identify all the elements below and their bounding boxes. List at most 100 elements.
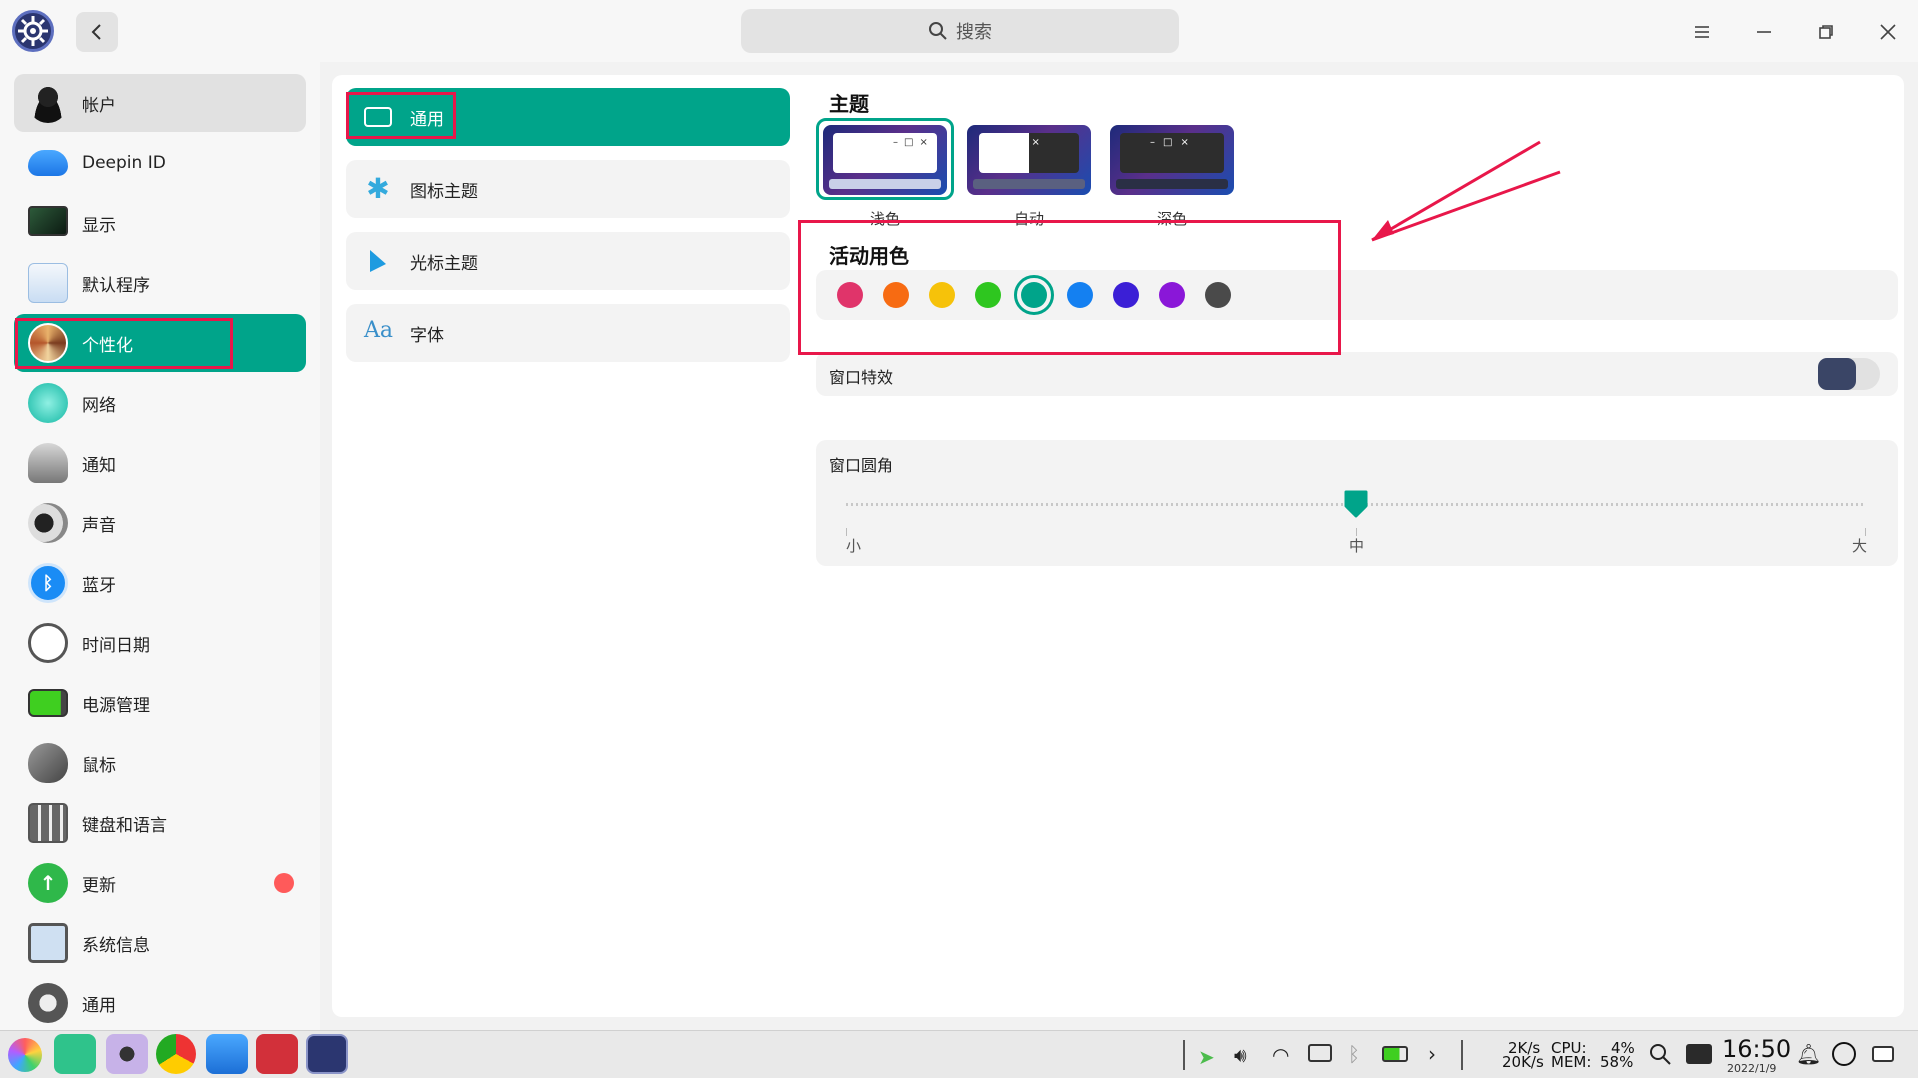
speaker-icon <box>28 503 68 543</box>
sidebar-item-bluetooth[interactable]: ᛒ 蓝牙 <box>14 554 306 612</box>
bluetooth-icon: ᛒ <box>28 563 68 603</box>
theme-title: 主题 <box>829 92 869 116</box>
sidebar-item-sound[interactable]: 声音 <box>14 494 306 552</box>
sidebar-item-general[interactable]: 通用 <box>14 974 306 1032</box>
flower-icon: ✱ <box>366 172 390 205</box>
sidebar-item-network[interactable]: 网络 <box>14 374 306 432</box>
sidebar-item-system-info[interactable]: 系统信息 <box>14 914 306 972</box>
subnav-item-label: 光标主题 <box>410 253 478 274</box>
theme-auto-card[interactable]: –□× <box>967 125 1091 195</box>
update-icon: ↑ <box>28 863 68 903</box>
font-icon: Aa <box>364 318 394 343</box>
sidebar-item-display[interactable]: 显示 <box>14 194 306 252</box>
subnav-item-cursor-theme[interactable]: 光标主题 <box>346 232 790 290</box>
subnav-item-icon-theme[interactable]: ✱ 图标主题 <box>346 160 790 218</box>
keyboard-icon <box>28 803 68 843</box>
sidebar-item-label: 声音 <box>82 515 116 536</box>
camera-icon[interactable] <box>106 1034 148 1074</box>
sidebar-item-datetime[interactable]: 时间日期 <box>14 614 306 672</box>
battery-tray-icon[interactable] <box>1382 1046 1408 1062</box>
sidebar-item-label: 通用 <box>82 995 116 1016</box>
close-button[interactable] <box>1868 12 1908 52</box>
theme-light-card[interactable]: –□× <box>823 125 947 195</box>
app-logo-icon <box>12 10 54 52</box>
default-apps-icon <box>28 263 68 303</box>
sidebar-item-label: 通知 <box>82 455 116 476</box>
cursor-icon <box>364 248 392 274</box>
sidebar-item-default-apps[interactable]: 默认程序 <box>14 254 306 312</box>
window-effect-row <box>816 352 1898 396</box>
control-center-icon[interactable] <box>306 1034 348 1074</box>
search-input[interactable]: 搜索 <box>741 9 1179 53</box>
minimize-button[interactable] <box>1744 12 1784 52</box>
sidebar-item-label: 默认程序 <box>82 275 150 296</box>
network-icon <box>28 383 68 423</box>
launcher-icon[interactable] <box>8 1038 42 1072</box>
search-icon <box>929 22 947 40</box>
sidebar-item-power[interactable]: 电源管理 <box>14 674 306 732</box>
theme-dark-card[interactable]: –□× <box>1110 125 1234 195</box>
chevron-right-icon[interactable]: › <box>1428 1042 1436 1066</box>
search-tray-icon[interactable] <box>1648 1042 1672 1066</box>
notification-tray-icon[interactable]: 🔔︎ <box>1796 1042 1821 1066</box>
corner-mark-large: 大 <box>1852 537 1868 555</box>
wifi-icon[interactable]: ◠ <box>1272 1043 1289 1067</box>
back-button[interactable] <box>76 12 118 52</box>
subnav-panel: 通用 ✱ 图标主题 光标主题 Aa 字体 <box>332 75 806 1017</box>
sidebar-item-keyboard[interactable]: 键盘和语言 <box>14 794 306 852</box>
keyboard-tray-icon[interactable] <box>1308 1044 1332 1062</box>
sidebar-item-label: 显示 <box>82 215 116 236</box>
window-effect-toggle[interactable] <box>1818 358 1880 390</box>
corner-mark-medium: 中 <box>1349 537 1365 555</box>
window-effect-label: 窗口特效 <box>829 368 894 387</box>
annotation-box-personalization <box>15 318 233 369</box>
window-corner-label: 窗口圆角 <box>829 456 894 475</box>
volume-icon[interactable]: 🔊︎ <box>1234 1043 1247 1067</box>
subnav-item-font[interactable]: Aa 字体 <box>346 304 790 362</box>
general-icon <box>28 983 68 1023</box>
display-icon <box>28 206 68 236</box>
search-placeholder: 搜索 <box>956 22 992 43</box>
onscreen-keyboard-icon[interactable] <box>1872 1046 1894 1062</box>
minimize-icon <box>1757 31 1771 33</box>
subnav-item-label: 字体 <box>410 325 444 346</box>
sidebar-item-label: 帐户 <box>82 95 116 116</box>
bluetooth-tray-icon[interactable]: ᛒ <box>1348 1042 1360 1066</box>
maximize-button[interactable] <box>1806 12 1846 52</box>
cloud-icon <box>28 150 68 176</box>
send-icon[interactable]: ➤ <box>1198 1045 1215 1069</box>
sidebar-item-label: 键盘和语言 <box>82 815 167 836</box>
toggle-knob <box>1818 358 1856 390</box>
annotation-box-general <box>346 92 456 139</box>
annotation-box-accent <box>798 220 1341 355</box>
menu-button[interactable] <box>1682 12 1722 52</box>
sidebar-item-label: 系统信息 <box>82 935 150 956</box>
tray-divider <box>1183 1040 1185 1070</box>
gpu-icon[interactable] <box>1686 1044 1712 1064</box>
file-manager-icon[interactable] <box>54 1034 96 1074</box>
restore-icon <box>1819 25 1833 39</box>
tray-divider <box>1461 1040 1463 1070</box>
sidebar-item-label: 更新 <box>82 875 116 896</box>
sidebar-item-mouse[interactable]: 鼠标 <box>14 734 306 792</box>
app-store-icon[interactable] <box>206 1034 248 1074</box>
menu-icon <box>1695 26 1709 38</box>
sidebar-item-label: Deepin ID <box>82 153 166 173</box>
mem-value: 58% <box>1600 1053 1634 1071</box>
sidebar-item-label: 网络 <box>82 395 116 416</box>
sidebar-item-notification[interactable]: 通知 <box>14 434 306 492</box>
terminal-icon[interactable] <box>256 1034 298 1074</box>
sidebar-item-label: 鼠标 <box>82 755 116 776</box>
power-icon[interactable] <box>1832 1042 1856 1066</box>
annotation-arrows <box>1371 140 1561 242</box>
clock-date: 2022/1/9 <box>1727 1062 1777 1075</box>
clock-time[interactable]: 16:50 <box>1722 1035 1791 1063</box>
sidebar-item-label: 蓝牙 <box>82 575 116 596</box>
sidebar-item-deepin-id[interactable]: Deepin ID <box>14 134 306 192</box>
mem-label: MEM: <box>1551 1053 1592 1071</box>
sidebar-item-update[interactable]: ↑ 更新 <box>14 854 306 912</box>
browser-icon[interactable] <box>156 1034 196 1074</box>
corner-mark-small: 小 <box>846 537 862 555</box>
corner-slider-handle[interactable] <box>1343 490 1369 518</box>
sidebar-item-account[interactable]: 帐户 <box>14 74 306 132</box>
